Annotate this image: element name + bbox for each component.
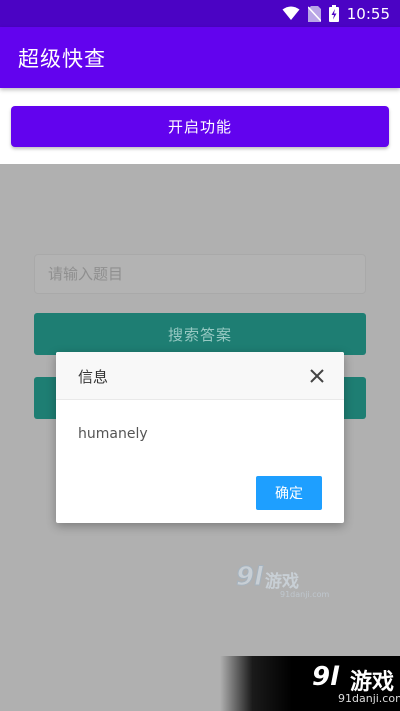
watermark-logo-text: 游戏 [265,572,300,592]
enable-feature-button-label: 开启功能 [167,118,232,136]
center-watermark: 9l 游戏 91danji.com [235,562,329,600]
question-input-placeholder: 请输入题目 [48,265,124,283]
dialog-ok-button-label: 确定 [275,486,303,502]
dialog-message: humanely [78,426,148,442]
status-icons: 10:55 [282,3,390,24]
dialog-title: 信息 [78,368,109,386]
enable-feature-button[interactable]: 开启功能 [11,106,389,147]
app-bar: 超级快查 [0,27,400,88]
search-answer-button[interactable]: 搜索答案 [34,313,366,355]
watermark-logo-number: 9l [235,562,264,593]
dialog-ok-button[interactable]: 确定 [256,476,322,510]
search-answer-button-label: 搜索答案 [167,325,232,344]
clock-time: 10:55 [346,4,390,23]
wifi-icon [282,6,300,20]
battery-charging-icon [328,5,339,22]
corner-watermark-number: 9l [312,662,340,692]
watermark-logo-url: 91danji.com [280,590,330,599]
status-bar: 10:55 [0,0,400,27]
info-dialog: 信息 humanely 确定 [56,352,344,523]
close-icon[interactable] [308,367,326,385]
corner-watermark-url: 91danji.com [338,692,400,705]
app-title: 超级快查 [18,47,106,71]
question-input[interactable]: 请输入题目 [34,254,366,294]
corner-watermark: 9l 游戏 91danji.com [220,656,400,711]
no-sim-icon [307,5,321,22]
dialog-header: 信息 [56,352,344,400]
